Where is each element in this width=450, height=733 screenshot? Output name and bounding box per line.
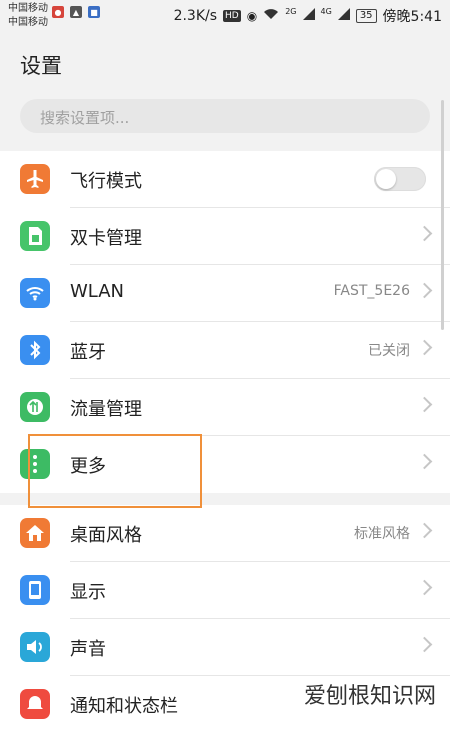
row-airplane-mode[interactable]: 飞行模式 bbox=[0, 151, 450, 208]
notification-icon bbox=[20, 689, 50, 719]
signal-4g-label: 4G bbox=[320, 6, 332, 16]
search-placeholder: 搜索设置项... bbox=[40, 109, 130, 127]
chevron-right-icon bbox=[416, 282, 433, 299]
chevron-right-icon bbox=[416, 636, 433, 653]
search-input[interactable]: 搜索设置项... bbox=[20, 99, 430, 133]
scrollbar[interactable] bbox=[441, 100, 444, 330]
hd-icon: HD bbox=[223, 10, 241, 22]
highlight-box bbox=[28, 434, 202, 508]
row-bluetooth[interactable]: 蓝牙 已关闭 bbox=[0, 322, 450, 379]
clock: 傍晚5:41 bbox=[382, 9, 442, 25]
wifi-status-icon bbox=[263, 8, 279, 24]
row-wlan[interactable]: WLAN FAST_5E26 bbox=[0, 265, 450, 322]
wifi-icon bbox=[20, 278, 50, 308]
toggle-knob bbox=[376, 169, 396, 189]
label-airplane-mode: 飞行模式 bbox=[70, 171, 142, 192]
sim-card-icon bbox=[20, 221, 50, 251]
airplane-mode-toggle[interactable] bbox=[374, 167, 426, 191]
section-gap bbox=[0, 141, 450, 151]
watermark: 爱刨根知识网 bbox=[301, 678, 438, 710]
chat-icon: ■ bbox=[88, 6, 100, 18]
app-icon: ▲ bbox=[70, 6, 82, 18]
value-home-style: 标准风格 bbox=[354, 526, 410, 542]
airplane-icon bbox=[20, 164, 50, 194]
label-home-style: 桌面风格 bbox=[70, 525, 142, 546]
chevron-right-icon bbox=[416, 522, 433, 539]
home-icon bbox=[20, 518, 50, 548]
battery-icon: 35 bbox=[355, 9, 377, 23]
data-usage-icon bbox=[20, 392, 50, 422]
label-display: 显示 bbox=[70, 582, 106, 603]
sound-icon bbox=[20, 632, 50, 662]
display-icon bbox=[20, 575, 50, 605]
status-bar: 中国移动 中国移动 ● ▲ ■ 2.3K/s HD ◉ 2G 4G 35 傍晚5… bbox=[0, 0, 450, 34]
network-speed: 2.3K/s bbox=[173, 8, 218, 24]
value-wlan: FAST_5E26 bbox=[333, 283, 410, 299]
page-title: 设置 bbox=[20, 54, 62, 78]
chevron-right-icon bbox=[416, 453, 433, 470]
weibo-icon: ● bbox=[52, 6, 64, 18]
chevron-right-icon bbox=[416, 579, 433, 596]
carrier-2: 中国移动 bbox=[8, 17, 48, 28]
label-wlan: WLAN bbox=[70, 281, 125, 302]
chevron-right-icon bbox=[416, 339, 433, 356]
row-data-usage[interactable]: 流量管理 bbox=[0, 379, 450, 436]
label-sound: 声音 bbox=[70, 639, 106, 660]
row-display[interactable]: 显示 bbox=[0, 562, 450, 619]
notification-icons: ● ▲ ■ bbox=[52, 6, 100, 18]
label-bluetooth: 蓝牙 bbox=[70, 342, 106, 363]
signal-icon bbox=[302, 8, 315, 24]
header: 设置 bbox=[0, 34, 450, 89]
row-dual-sim[interactable]: 双卡管理 bbox=[0, 208, 450, 265]
label-notifications: 通知和状态栏 bbox=[70, 696, 178, 717]
row-sound[interactable]: 声音 bbox=[0, 619, 450, 676]
signal-icon bbox=[337, 8, 350, 24]
search-section: 搜索设置项... bbox=[0, 89, 450, 141]
label-data-usage: 流量管理 bbox=[70, 399, 142, 420]
carrier-1: 中国移动 bbox=[8, 3, 48, 14]
chevron-right-icon bbox=[416, 396, 433, 413]
eye-icon: ◉ bbox=[246, 9, 258, 23]
label-dual-sim: 双卡管理 bbox=[70, 228, 142, 249]
value-bluetooth: 已关闭 bbox=[368, 343, 410, 359]
bluetooth-icon bbox=[20, 335, 50, 365]
status-right: 2.3K/s HD ◉ 2G 4G 35 傍晚5:41 bbox=[174, 6, 442, 26]
row-home-style[interactable]: 桌面风格 标准风格 bbox=[0, 505, 450, 562]
signal-2g-label: 2G bbox=[285, 6, 297, 16]
chevron-right-icon bbox=[416, 225, 433, 242]
